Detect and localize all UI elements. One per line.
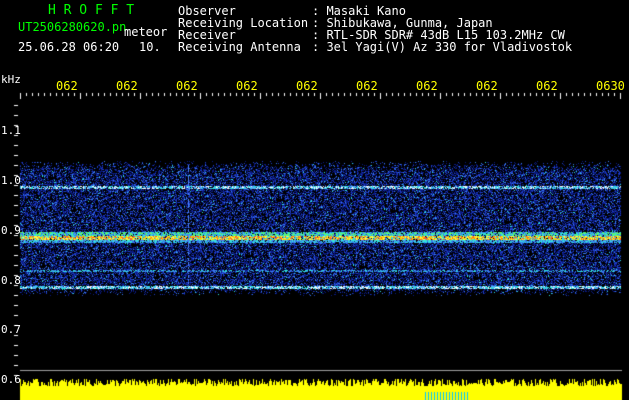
time-tick: 062 (296, 79, 318, 93)
freq-tick: 1.1 (1, 124, 21, 137)
time-tick: 062 (356, 79, 378, 93)
mode-label: meteor (124, 25, 168, 39)
spectrogram-canvas (0, 0, 629, 400)
time-tick: 062 (56, 79, 78, 93)
time-tick: 062 (416, 79, 438, 93)
time-tick: 062 (236, 79, 258, 93)
interval: 10. (139, 40, 161, 54)
freq-tick: 1.0 (1, 174, 21, 187)
time-tick: 062 (476, 79, 498, 93)
header-values: : Masaki Kano : Shibukawa, Gunma, Japan … (312, 5, 572, 53)
freq-tick: 0.9 (1, 224, 21, 237)
value-antenna: : 3el Yagi(V) Az 330 for Vladivostok (312, 40, 573, 54)
time-tick: 0630 (596, 79, 625, 93)
freq-unit: kHz (1, 73, 21, 86)
time-tick: 062 (116, 79, 138, 93)
file-name: UT2506280620.pn (18, 20, 127, 34)
freq-tick: 0.7 (1, 323, 21, 336)
time-tick: 062 (536, 79, 558, 93)
freq-tick: 0.6 (1, 373, 21, 386)
label-antenna: Receiving Antenna (178, 40, 301, 54)
app-title: H R O F F T (48, 3, 135, 18)
freq-tick: 0.8 (1, 274, 21, 287)
time-tick: 062 (176, 79, 198, 93)
datetime: 25.06.28 06:20 (18, 40, 120, 54)
header-labels: Observer Receiving Location Receiver Rec… (178, 5, 308, 53)
